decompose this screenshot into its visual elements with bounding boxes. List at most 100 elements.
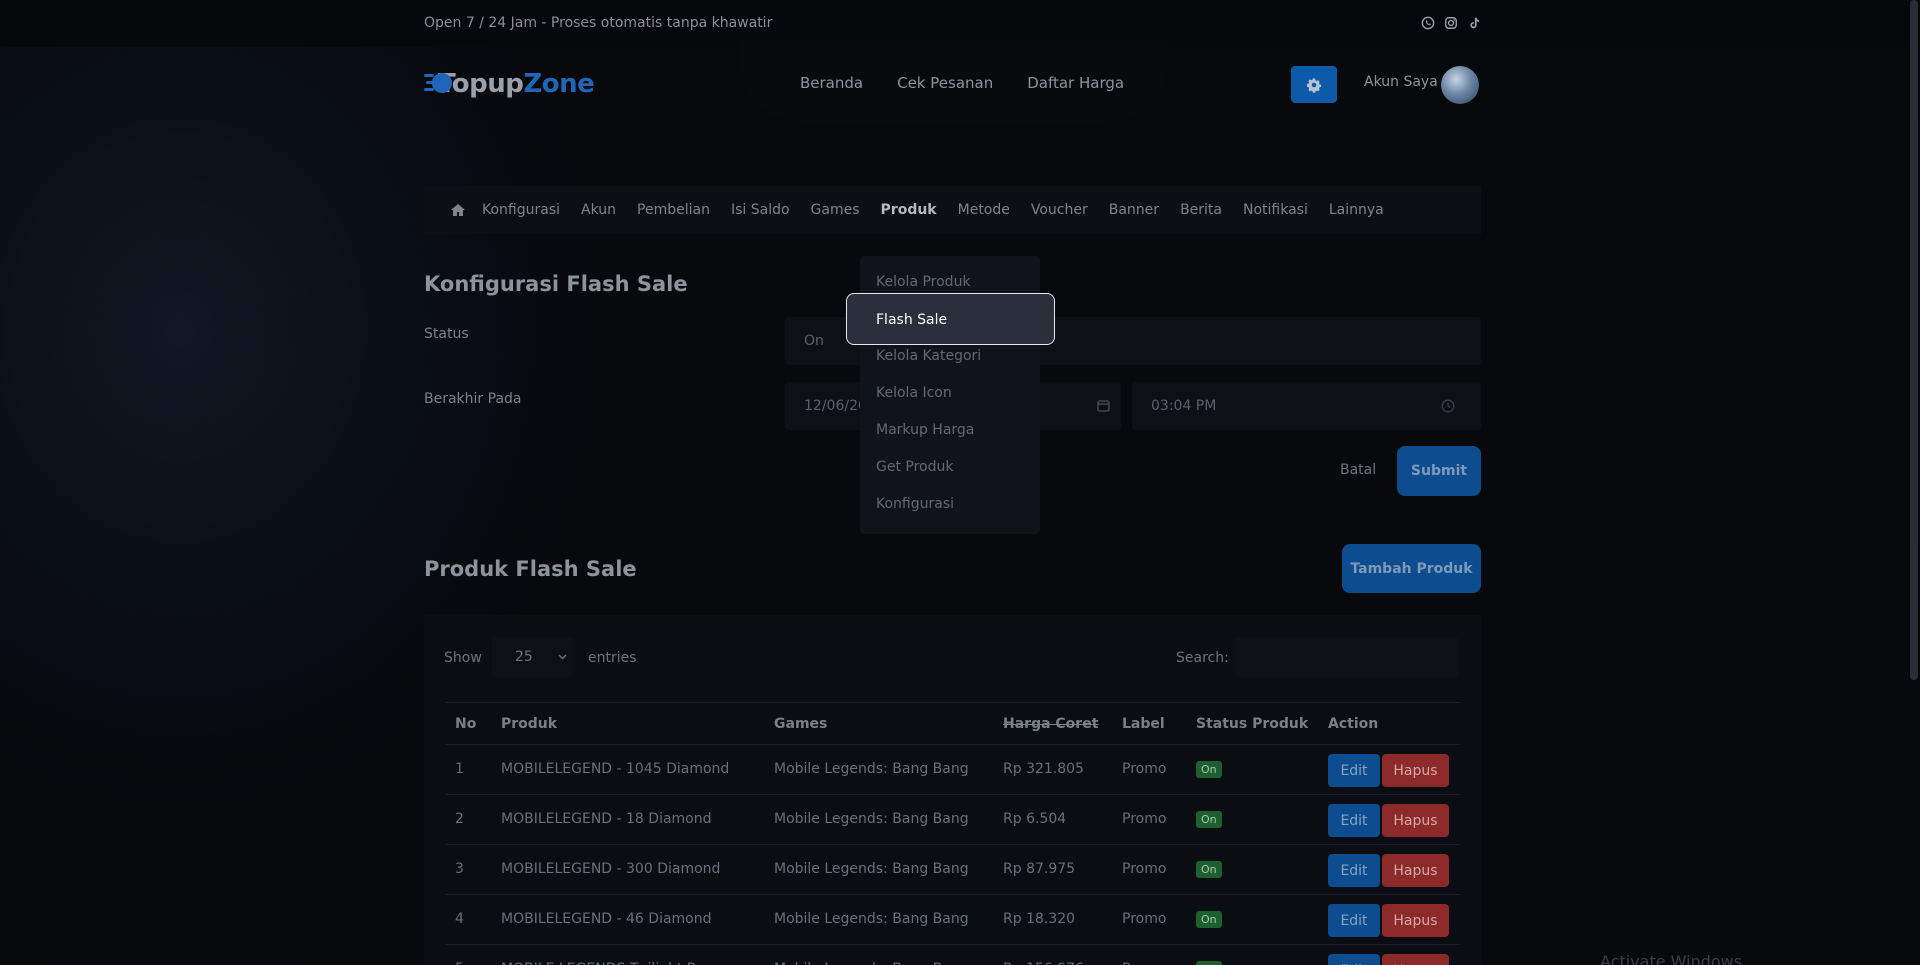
col-product[interactable]: Produk <box>492 702 765 745</box>
edit-button[interactable]: Edit <box>1328 904 1380 937</box>
cell-status: On <box>1187 894 1319 945</box>
col-status[interactable]: Status Produk <box>1187 702 1319 745</box>
cell-no: 3 <box>446 844 492 895</box>
delete-button[interactable]: Hapus <box>1382 854 1449 887</box>
cell-price: Rp 87.975 <box>994 844 1113 895</box>
cell-price: Rp 18.320 <box>994 894 1113 945</box>
col-games[interactable]: Games <box>765 702 994 745</box>
cell-action: EditHapus <box>1319 844 1460 895</box>
submit-button[interactable]: Submit <box>1397 446 1481 496</box>
cell-label: Promo <box>1113 844 1187 895</box>
status-value: On <box>804 333 824 349</box>
menu-berita[interactable]: Berita <box>1180 202 1222 218</box>
cell-product: MOBILELEGEND - 46 Diamond <box>492 894 765 945</box>
end-date-value: 12/06/20 <box>804 398 867 414</box>
products-table: No Produk Games Harga Coret Label Status… <box>446 702 1460 965</box>
edit-button[interactable]: Edit <box>1328 754 1380 787</box>
menu-produk[interactable]: Produk <box>881 202 937 218</box>
nav-check-order[interactable]: Cek Pesanan <box>897 74 993 92</box>
brand-logo[interactable]: TopupZone <box>424 64 595 104</box>
cell-game: Mobile Legends: Bang Bang <box>765 794 994 845</box>
notice-text: Open 7 / 24 Jam - Proses otomatis tanpa … <box>424 15 773 31</box>
cell-label: Promo <box>1113 794 1187 845</box>
menu-notifikasi[interactable]: Notifikasi <box>1243 202 1308 218</box>
main-nav: Beranda Cek Pesanan Daftar Harga <box>800 74 1124 92</box>
end-time-value: 03:04 PM <box>1151 398 1217 414</box>
whatsapp-icon[interactable] <box>1420 15 1435 30</box>
menu-akun[interactable]: Akun <box>581 202 616 218</box>
logo-mark-icon <box>424 73 452 93</box>
cell-status: On <box>1187 794 1319 845</box>
page-scrollbar[interactable] <box>1910 0 1918 680</box>
status-badge: On <box>1196 811 1222 828</box>
dropdown-item-kelola-icon[interactable]: Kelola Icon <box>876 385 952 401</box>
cell-product: MOBILELEGEND - 300 Diamond <box>492 844 765 895</box>
brand-name: TopupZone <box>438 69 595 99</box>
show-label: Show <box>444 650 482 666</box>
menu-pembelian[interactable]: Pembelian <box>637 202 710 218</box>
col-action: Action <box>1319 702 1460 745</box>
dropdown-item-kelola-kategori[interactable]: Kelola Kategori <box>876 348 981 364</box>
dropdown-item-get-produk[interactable]: Get Produk <box>876 459 953 475</box>
col-price[interactable]: Harga Coret <box>994 702 1113 745</box>
cell-product: MOBILE LEGENDS Twilight Pass <box>492 944 765 965</box>
menu-banner[interactable]: Banner <box>1109 202 1159 218</box>
search-input[interactable] <box>1234 637 1459 677</box>
cell-no: 2 <box>446 794 492 845</box>
delete-button[interactable]: Hapus <box>1382 954 1449 965</box>
edit-button[interactable]: Edit <box>1328 954 1380 965</box>
cell-game: Mobile Legends: Bang Bang <box>765 894 994 945</box>
delete-button[interactable]: Hapus <box>1382 804 1449 837</box>
brand-name-part2: Zone <box>523 69 595 99</box>
page-size-select[interactable]: 25 <box>492 637 574 677</box>
add-product-button[interactable]: Tambah Produk <box>1342 544 1481 593</box>
nav-home[interactable]: Beranda <box>800 74 863 92</box>
cancel-button[interactable]: Batal <box>1340 462 1376 478</box>
table-row: 2 MOBILELEGEND - 18 Diamond Mobile Legen… <box>446 794 1460 845</box>
cell-action: EditHapus <box>1319 944 1460 965</box>
avatar[interactable] <box>1441 66 1479 104</box>
clock-icon[interactable] <box>1441 399 1455 413</box>
menu-isi-saldo[interactable]: Isi Saldo <box>731 202 790 218</box>
dropdown-item-kelola-produk[interactable]: Kelola Produk <box>876 274 971 290</box>
calendar-icon[interactable] <box>1097 399 1110 412</box>
cell-price: Rp 321.805 <box>994 744 1113 795</box>
edit-button[interactable]: Edit <box>1328 804 1380 837</box>
nav-price-list[interactable]: Daftar Harga <box>1027 74 1124 92</box>
cell-game: Mobile Legends: Bang Bang <box>765 744 994 795</box>
dropdown-item-flash-sale-label: Flash Sale <box>876 312 948 328</box>
dropdown-item-markup-harga[interactable]: Markup Harga <box>876 422 974 438</box>
dropdown-item-flash-sale[interactable]: Flash Sale <box>846 293 1055 345</box>
menu-voucher[interactable]: Voucher <box>1031 202 1088 218</box>
table-row: 4 MOBILELEGEND - 46 Diamond Mobile Legen… <box>446 894 1460 945</box>
cell-action: EditHapus <box>1319 744 1460 795</box>
end-time-input[interactable]: 03:04 PM <box>1132 382 1481 430</box>
status-badge: On <box>1196 911 1222 928</box>
cell-status: On <box>1187 844 1319 895</box>
col-no[interactable]: No <box>446 702 492 745</box>
home-icon[interactable] <box>450 203 466 217</box>
os-watermark: Activate Windows <box>1600 952 1743 965</box>
edit-button[interactable]: Edit <box>1328 854 1380 887</box>
menu-konfigurasi[interactable]: Konfigurasi <box>482 202 560 218</box>
cell-label: Promo <box>1113 944 1187 965</box>
settings-button[interactable] <box>1291 66 1337 103</box>
cell-product: MOBILELEGEND - 18 Diamond <box>492 794 765 845</box>
cell-no: 1 <box>446 744 492 795</box>
delete-button[interactable]: Hapus <box>1382 754 1449 787</box>
tiktok-icon[interactable] <box>1466 15 1481 30</box>
menu-lainnya[interactable]: Lainnya <box>1329 202 1384 218</box>
menu-metode[interactable]: Metode <box>958 202 1010 218</box>
cell-status: On <box>1187 944 1319 965</box>
social-links <box>1420 15 1481 30</box>
cell-status: On <box>1187 744 1319 795</box>
table-header-row: No Produk Games Harga Coret Label Status… <box>446 702 1460 745</box>
status-badge: On <box>1196 961 1222 965</box>
col-label[interactable]: Label <box>1113 702 1187 745</box>
account-link[interactable]: Akun Saya <box>1364 74 1438 90</box>
dropdown-item-konfigurasi[interactable]: Konfigurasi <box>876 496 954 512</box>
menu-games[interactable]: Games <box>811 202 860 218</box>
search-label: Search: <box>1176 650 1229 666</box>
delete-button[interactable]: Hapus <box>1382 904 1449 937</box>
instagram-icon[interactable] <box>1443 15 1458 30</box>
